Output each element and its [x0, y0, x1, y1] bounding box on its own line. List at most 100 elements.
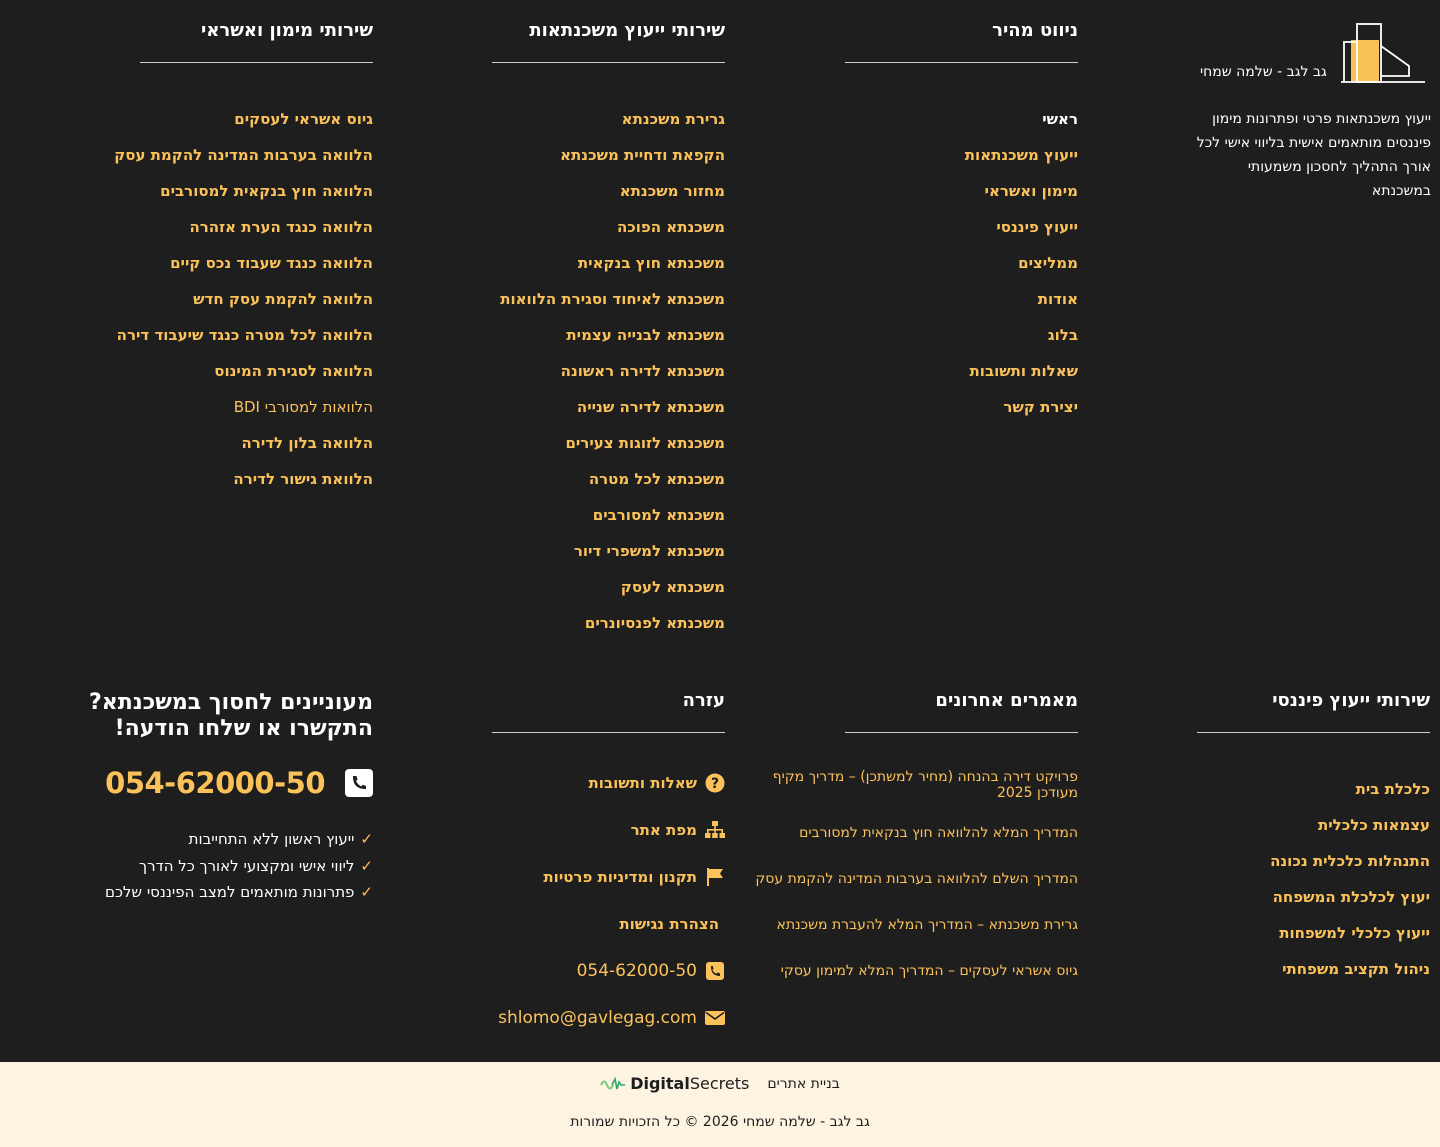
- article-link[interactable]: המדריך המלא להלוואה חוץ בנקאית למסורבים: [745, 815, 1078, 861]
- mortgage-services-column: שירותי ייעוץ משכנתאות גרירת משכנתא הקפאת…: [492, 17, 725, 648]
- finance-services-title: שירותי מימון ואשראי: [201, 20, 373, 41]
- copyright: גב לגב - שלמה שמחי 2026 © כל הזכויות שמו…: [570, 1114, 870, 1130]
- finance-services-column: שירותי מימון ואשראי גיוס אשראי לעסקים הל…: [114, 17, 373, 504]
- divider: [845, 732, 1078, 733]
- service-link[interactable]: ייעוץ כלכלי למשפחות: [1197, 922, 1430, 958]
- service-link[interactable]: יעוץ לכלכלת המשפחה: [1197, 886, 1430, 922]
- service-link[interactable]: משכנתא חוץ בנקאית: [492, 252, 725, 288]
- cta-phone[interactable]: 054-62000-50: [70, 765, 373, 801]
- service-link[interactable]: משכנתא לדירה ראשונה: [492, 360, 725, 396]
- nav-link[interactable]: יצירת קשר: [845, 396, 1078, 432]
- cta-phone-number[interactable]: 054-62000-50: [105, 766, 325, 800]
- article-link[interactable]: פרויקט דירה בהנחה (מחיר למשתכן) – מדריך …: [745, 769, 1078, 815]
- service-link[interactable]: הלוואה להקמת עסק חדש: [140, 288, 373, 324]
- help-link-label: shlomo@gavlegag.com: [498, 1007, 697, 1028]
- digital-secrets-logo[interactable]: DigitalSecrets: [600, 1074, 749, 1093]
- help-link-faq[interactable]: ? שאלות ותשובות: [492, 759, 725, 806]
- sitemap-icon: [705, 820, 725, 840]
- benefit-item: ✓ פתרונות מותאמים למצב הפיננסי שלכם: [70, 879, 373, 906]
- service-link[interactable]: ניהול תקציב משפחתי: [1197, 958, 1430, 994]
- service-link[interactable]: משכנתא לדירה שנייה: [492, 396, 725, 432]
- service-link[interactable]: עצמאות כלכלית: [1197, 814, 1430, 850]
- service-link[interactable]: מחזור משכנתא: [492, 180, 725, 216]
- service-link[interactable]: התנהלות כלכלית נכונה: [1197, 850, 1430, 886]
- help-link-accessibility[interactable]: הצהרת נגישות: [492, 900, 725, 947]
- service-link[interactable]: גרירת משכנתא: [492, 108, 725, 144]
- quick-nav-list: ראשי ייעוץ משכנתאות מימון ואשראי ייעוץ פ…: [845, 108, 1078, 432]
- envelope-icon: [705, 1008, 725, 1028]
- help-title: עזרה: [682, 690, 725, 711]
- financial-advice-title: שירותי ייעוץ פיננסי: [1272, 690, 1430, 711]
- article-link[interactable]: המדריך השלם להלוואה בערבות המדינה להקמת …: [745, 861, 1078, 907]
- help-link-label: שאלות ותשובות: [588, 773, 697, 792]
- service-link[interactable]: משכנתא לבנייה עצמית: [492, 324, 725, 360]
- nav-link[interactable]: ממליצים: [845, 252, 1078, 288]
- article-link[interactable]: גיוס אשראי לעסקים – המדריך המלא למימון ע…: [745, 953, 1078, 999]
- recent-articles-title: מאמרים אחרונים: [935, 690, 1078, 711]
- service-link[interactable]: הלוואה חוץ בנקאית למסורבים: [140, 180, 373, 216]
- cta-title-line: מעוניינים לחסוך במשכנתא?: [88, 690, 373, 715]
- benefit-item: ✓ ייעוץ ראשון ללא התחייבות: [70, 826, 373, 853]
- about-text: ייעוץ משכנתאות פרטי ופתרונות מימון פיננס…: [1196, 111, 1431, 199]
- cta-benefits: ✓ ייעוץ ראשון ללא התחייבות ✓ ליווי אישי ומ…: [70, 826, 373, 906]
- nav-link-home[interactable]: ראשי: [845, 108, 1078, 144]
- benefit-text: ליווי אישי ומקצועי לאורך כל הדרך: [139, 856, 355, 875]
- service-link[interactable]: כלכלת בית: [1197, 778, 1430, 814]
- service-link[interactable]: הקפאת ודחיית משכנתא: [492, 144, 725, 180]
- nav-link[interactable]: ייעוץ פיננסי: [845, 216, 1078, 252]
- builder-credit: בניית אתרים DigitalSecrets: [0, 1074, 1440, 1093]
- service-link[interactable]: משכנתא למשפרי דיור: [492, 540, 725, 576]
- help-link-terms[interactable]: תקנון ומדיניות פרטיות: [492, 853, 725, 900]
- financial-advice-column: שירותי ייעוץ פיננסי כלכלת בית עצמאות כלכ…: [1197, 687, 1430, 994]
- service-link[interactable]: הלוואת גישור לדירה: [140, 468, 373, 504]
- cta-title-line: התקשרו או שלחו הודעה!: [114, 716, 373, 741]
- nav-link[interactable]: אודות: [845, 288, 1078, 324]
- service-link[interactable]: הלוואה לכל מטרה כנגד שיעבוד דירה: [117, 324, 373, 360]
- article-link[interactable]: גרירת משכנתא – המדריך המלא להעברת משכנתא: [745, 907, 1079, 953]
- service-link[interactable]: הלוואה בלון לדירה: [140, 432, 373, 468]
- nav-link[interactable]: שאלות ותשובות: [845, 360, 1078, 396]
- phone-square-icon: [705, 961, 725, 981]
- service-link[interactable]: הלוואה לסגירת המינוס: [140, 360, 373, 396]
- service-link[interactable]: משכנתא למסורבים: [492, 504, 725, 540]
- help-link-email[interactable]: shlomo@gavlegag.com: [492, 994, 725, 1041]
- service-link[interactable]: משכנתא לאיחוד וסגירת הלוואות: [492, 288, 725, 324]
- service-link[interactable]: משכנתא הפוכה: [492, 216, 725, 252]
- quick-nav-title: ניווט מהיר: [992, 20, 1078, 41]
- help-link-label: מפת אתר: [630, 820, 697, 839]
- flag-icon: [705, 867, 725, 887]
- mortgage-services-title: שירותי ייעוץ משכנתאות: [529, 20, 725, 41]
- service-link[interactable]: גיוס אשראי לעסקים: [140, 108, 373, 144]
- nav-link[interactable]: מימון ואשראי: [845, 180, 1078, 216]
- help-link-sitemap[interactable]: מפת אתר: [492, 806, 725, 853]
- wave-logo-icon: [600, 1076, 626, 1089]
- secrets-word: Secrets: [689, 1074, 750, 1093]
- nav-link[interactable]: בלוג: [845, 324, 1078, 360]
- check-icon: ✓: [360, 830, 373, 849]
- service-link[interactable]: הלוואה בערבות המדינה להקמת עסק: [114, 144, 373, 180]
- quick-nav-column: ניווט מהיר ראשי ייעוץ משכנתאות מימון ואש…: [845, 17, 1078, 432]
- phone-square-icon: [345, 769, 373, 797]
- site-logo[interactable]: גב לגב - שלמה שמחי: [1197, 20, 1430, 90]
- service-link[interactable]: משכנתא לעסק: [492, 576, 725, 612]
- logo-text: גב לגב - שלמה שמחי: [1200, 64, 1327, 80]
- recent-articles-list: פרויקט דירה בהנחה (מחיר למשתכן) – מדריך …: [745, 769, 1078, 999]
- benefit-item: ✓ ליווי אישי ומקצועי לאורך כל הדרך: [70, 853, 373, 880]
- mortgage-services-list: גרירת משכנתא הקפאת ודחיית משכנתא מחזור מ…: [492, 108, 725, 648]
- builder-label: בניית אתרים: [767, 1075, 840, 1092]
- divider: [140, 62, 373, 63]
- check-icon: ✓: [360, 856, 373, 875]
- help-list: ? שאלות ותשובות מפת אתר תקנון ומדיניות פ…: [492, 759, 725, 1041]
- service-link[interactable]: הלוואות למסורבי BDI: [140, 396, 373, 432]
- service-link[interactable]: משכנתא לזוגות צעירים: [492, 432, 725, 468]
- help-link-phone[interactable]: 054-62000-50: [492, 947, 725, 994]
- check-icon: ✓: [360, 883, 373, 902]
- service-link[interactable]: הלוואה כנגד שעבוד נכס קיים: [140, 252, 373, 288]
- service-link[interactable]: משכנתא לכל מטרה: [492, 468, 725, 504]
- cta-title: מעוניינים לחסוך במשכנתא? התקשרו או שלחו …: [70, 690, 373, 742]
- nav-link[interactable]: ייעוץ משכנתאות: [845, 144, 1078, 180]
- service-link[interactable]: משכנתא לפנסיונרים: [492, 612, 725, 648]
- help-link-label: 054-62000-50: [576, 960, 697, 981]
- service-link[interactable]: הלוואה כנגד הערת אזהרה: [140, 216, 373, 252]
- question-circle-icon: ?: [705, 773, 725, 793]
